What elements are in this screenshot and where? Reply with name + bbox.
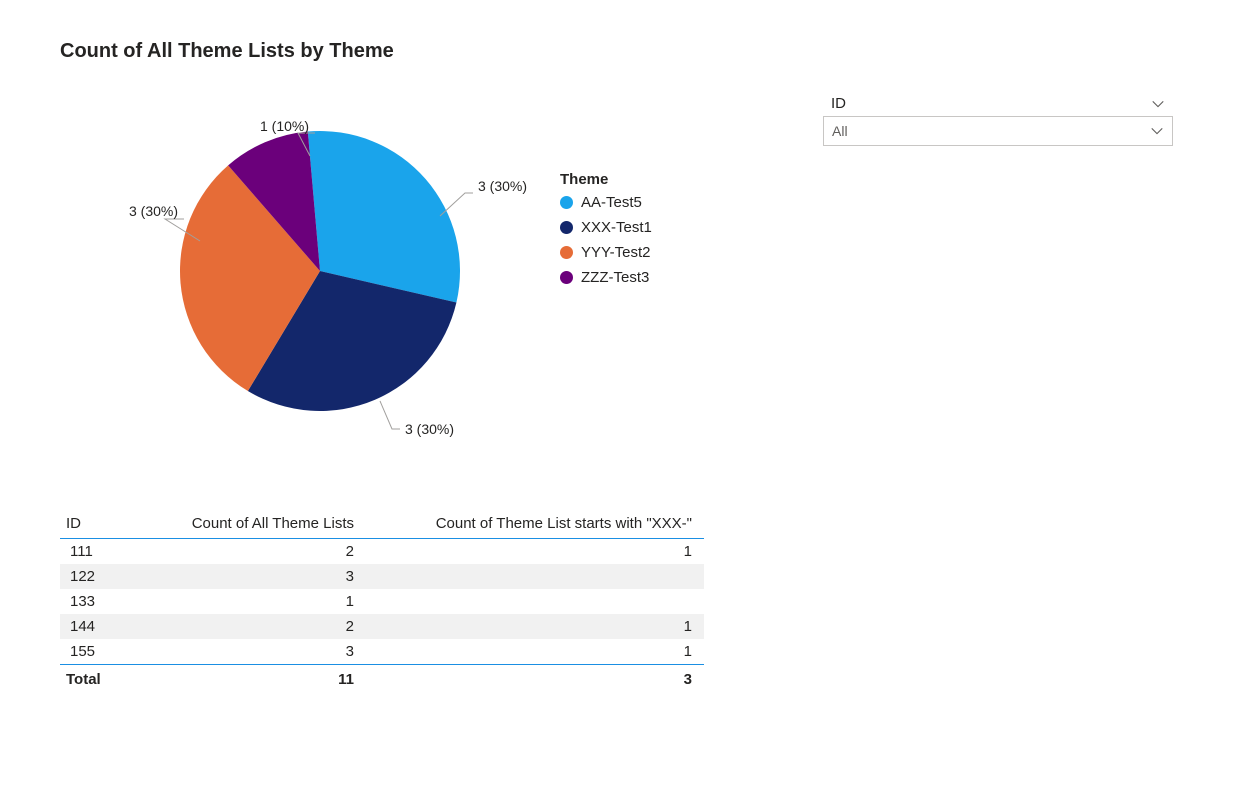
legend: Theme AA-Test5 XXX-Test1 YYY-Test2 ZZZ-Test… [560,171,652,294]
cell-count-all: 3 [148,639,366,665]
legend-title: Theme [560,171,652,188]
cell-count-xxx: 1 [366,614,704,639]
legend-item[interactable]: XXX-Test1 [560,219,652,236]
data-table[interactable]: ID Count of All Theme Lists Count of The… [60,511,704,692]
callout-label: 1 (10%) [260,118,309,134]
legend-swatch [560,271,573,284]
legend-label: AA-Test5 [581,194,642,211]
total-count-all: 11 [148,665,366,693]
pie-chart[interactable]: 3 (30%) 3 (30%) 3 (30%) 1 (10%) [60,81,560,441]
legend-item[interactable]: ZZZ-Test3 [560,269,652,286]
legend-swatch [560,221,573,234]
slicer-selected-value: All [832,123,848,139]
total-count-xxx: 3 [366,665,704,693]
slicer-dropdown[interactable]: All [823,116,1173,146]
cell-id: 111 [60,539,148,565]
cell-id: 155 [60,639,148,665]
cell-count-xxx [366,589,704,614]
cell-count-xxx [366,564,704,589]
chart-title: Count of All Theme Lists by Theme [60,40,1173,63]
table-row[interactable]: 1331 [60,589,704,614]
table-row[interactable]: 14421 [60,614,704,639]
slicer-id[interactable]: ID All [823,95,1173,146]
cell-count-all: 2 [148,614,366,639]
callout-label: 3 (30%) [129,203,178,219]
col-header-id[interactable]: ID [60,511,148,539]
callout-line [380,401,400,429]
legend-label: ZZZ-Test3 [581,269,649,286]
col-header-count-all[interactable]: Count of All Theme Lists [148,511,366,539]
cell-count-all: 1 [148,589,366,614]
chevron-down-icon[interactable] [1150,124,1164,138]
callout-label: 3 (30%) [405,421,454,437]
total-label: Total [60,665,148,693]
cell-id: 122 [60,564,148,589]
table-row[interactable]: 11121 [60,539,704,565]
cell-id: 133 [60,589,148,614]
legend-swatch [560,196,573,209]
legend-item[interactable]: AA-Test5 [560,194,652,211]
table-row[interactable]: 1223 [60,564,704,589]
legend-label: YYY-Test2 [581,244,651,261]
cell-count-all: 3 [148,564,366,589]
col-header-count-xxx[interactable]: Count of Theme List starts with "XXX-" [366,511,704,539]
cell-count-xxx: 1 [366,539,704,565]
table-row[interactable]: 15531 [60,639,704,665]
legend-swatch [560,246,573,259]
cell-count-xxx: 1 [366,639,704,665]
callout-label: 3 (30%) [478,178,527,194]
chevron-down-icon[interactable] [1151,97,1165,111]
cell-id: 144 [60,614,148,639]
legend-item[interactable]: YYY-Test2 [560,244,652,261]
legend-label: XXX-Test1 [581,219,652,236]
cell-count-all: 2 [148,539,366,565]
slicer-field-label: ID [831,95,846,112]
